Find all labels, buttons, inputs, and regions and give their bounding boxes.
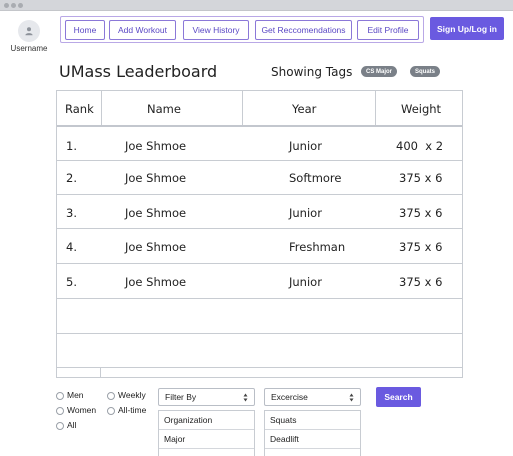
weight-cell: 400 x 2 — [396, 139, 444, 153]
name-cell: Joe Shmoe — [125, 206, 187, 220]
row-divider — [57, 333, 462, 334]
filter-by-option[interactable]: Major — [159, 430, 254, 449]
select-caret-icon — [243, 393, 248, 404]
select-caret-icon — [349, 393, 354, 404]
row-divider — [57, 367, 462, 368]
tag-badge[interactable]: Squats — [410, 66, 440, 77]
nav-add-workout-button[interactable]: Add Workout — [109, 20, 176, 40]
main-nav: Home Add Workout View History Get Reccom… — [60, 16, 424, 43]
name-cell: Joe Shmoe — [125, 171, 187, 185]
radio-weekly-label: Weekly — [118, 390, 146, 400]
year-cell: Junior — [289, 206, 322, 220]
column-divider — [101, 91, 102, 125]
exercise-option[interactable]: Deadlift — [265, 430, 360, 449]
tag-badge[interactable]: CS Major — [361, 66, 397, 77]
nav-view-history-button[interactable]: View History — [183, 20, 249, 40]
window-titlebar — [0, 0, 513, 11]
rank-cell: 2. — [66, 171, 77, 185]
column-header-rank: Rank — [65, 102, 94, 116]
weight-cell: 375 x 6 — [399, 171, 443, 185]
name-cell: Joe Shmoe — [125, 275, 187, 289]
exercise-value: Excercise — [271, 392, 308, 402]
year-cell: Softmore — [289, 171, 342, 185]
row-divider — [57, 125, 462, 127]
radio-men[interactable] — [56, 392, 64, 400]
nav-edit-profile-button[interactable]: Edit Profile — [357, 20, 419, 40]
weight-cell: 375 x 6 — [399, 275, 443, 289]
filter-by-option[interactable]: Organization — [159, 411, 254, 430]
exercise-option[interactable]: Squats — [265, 411, 360, 430]
leaderboard-table: Rank Name Year Weight 1. Joe Shmoe Junio… — [56, 90, 463, 378]
window-control-dot[interactable] — [11, 3, 16, 8]
column-header-weight: Weight — [401, 102, 442, 116]
name-cell: Joe Shmoe — [125, 139, 187, 153]
radio-all-time[interactable] — [107, 407, 115, 415]
exercise-select[interactable]: Excercise — [264, 388, 361, 406]
year-cell: Freshman — [289, 240, 346, 254]
search-button[interactable]: Search — [376, 387, 421, 407]
sign-up-login-button[interactable]: Sign Up/Log in — [430, 17, 504, 40]
rank-cell: 5. — [66, 275, 77, 289]
radio-women-label: Women — [67, 405, 97, 415]
rank-cell: 1. — [66, 139, 77, 153]
row-divider — [57, 263, 462, 264]
exercise-options: Squats Deadlift — [264, 410, 361, 456]
year-cell: Junior — [289, 275, 322, 289]
tags-label: Showing Tags — [271, 65, 353, 79]
radio-women[interactable] — [56, 407, 64, 415]
rank-cell: 4. — [66, 240, 77, 254]
row-divider — [57, 160, 462, 161]
weight-cell: 375 x 6 — [399, 240, 443, 254]
exercise-option[interactable] — [265, 449, 360, 456]
year-cell: Junior — [289, 139, 322, 153]
row-divider — [57, 298, 462, 299]
row-divider — [57, 228, 462, 229]
radio-weekly[interactable] — [107, 392, 115, 400]
nav-get-recommendations-button[interactable]: Get Reccomendations — [255, 20, 352, 40]
user-icon — [25, 27, 33, 36]
nav-home-button[interactable]: Home — [65, 20, 105, 40]
row-divider — [57, 194, 462, 195]
radio-men-label: Men — [67, 390, 84, 400]
page-title: UMass Leaderboard — [59, 62, 218, 81]
filter-by-option[interactable] — [159, 449, 254, 456]
column-divider — [242, 91, 243, 125]
weight-cell: 375 x 6 — [399, 206, 443, 220]
filter-by-select[interactable]: Filter By — [158, 388, 255, 406]
column-divider — [375, 91, 376, 125]
window-control-dot[interactable] — [4, 3, 9, 8]
name-cell: Joe Shmoe — [125, 240, 187, 254]
column-header-name: Name — [147, 102, 181, 116]
filter-by-value: Filter By — [165, 392, 197, 402]
username-label: Username — [10, 44, 48, 53]
window-control-dot[interactable] — [18, 3, 23, 8]
column-header-year: Year — [292, 102, 317, 116]
avatar[interactable] — [18, 20, 40, 42]
table-pagination-box[interactable] — [57, 368, 101, 377]
radio-all-time-label: All-time — [118, 405, 147, 415]
radio-all-label: All — [67, 420, 77, 430]
rank-cell: 3. — [66, 206, 77, 220]
filter-by-options: Organization Major — [158, 410, 255, 456]
radio-all[interactable] — [56, 422, 64, 430]
